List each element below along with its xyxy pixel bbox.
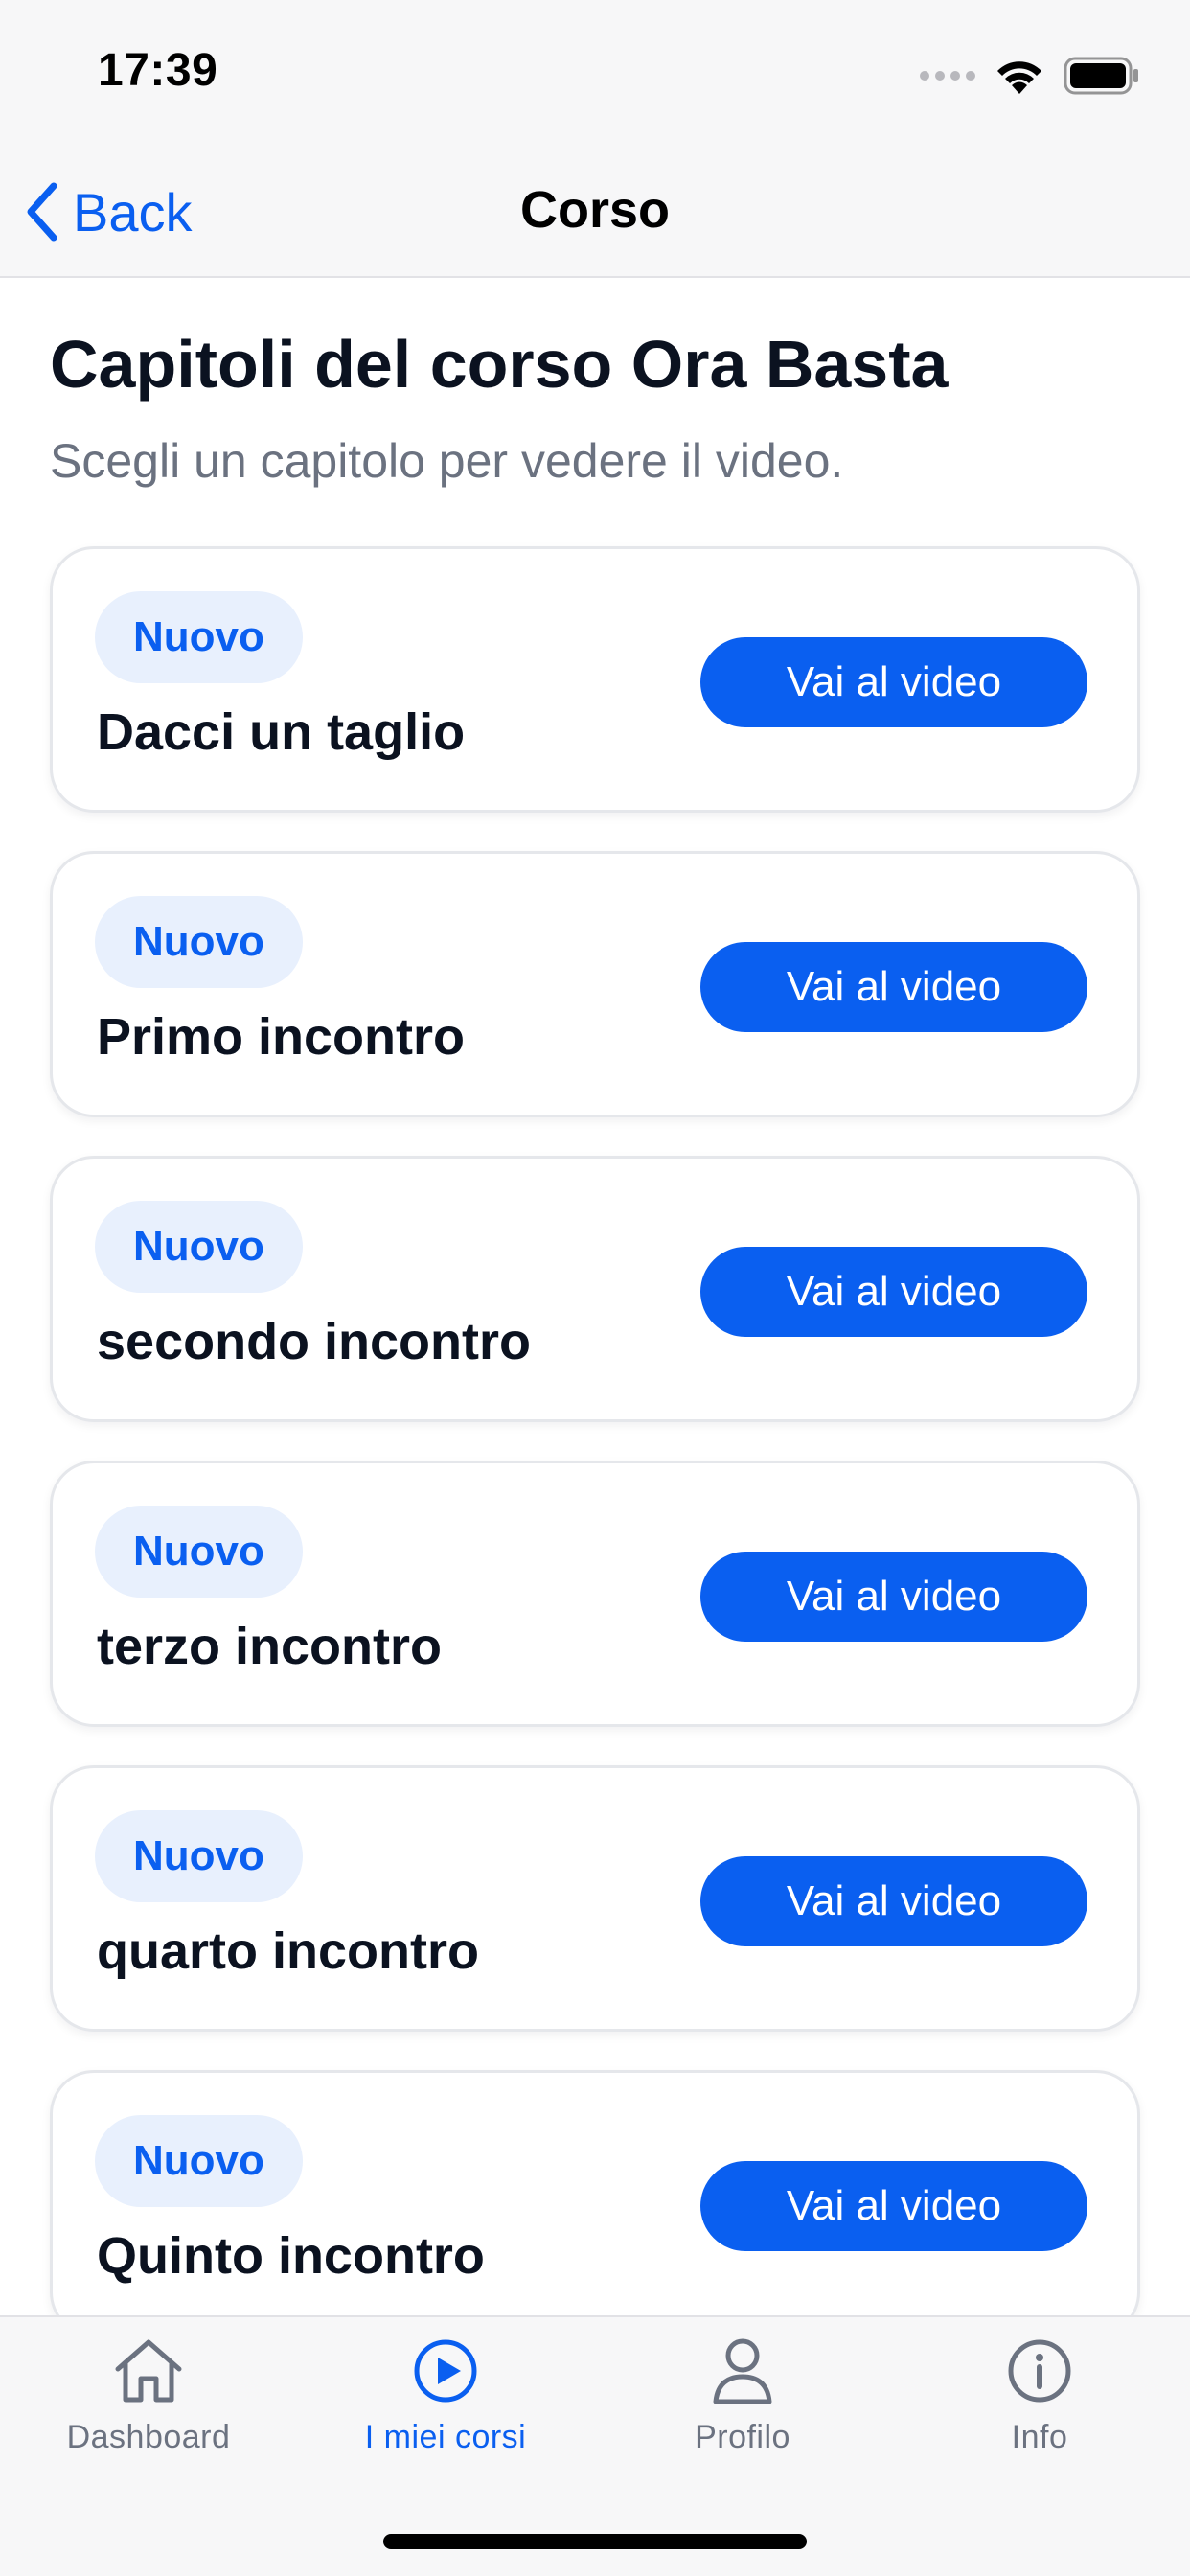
go-to-video-button[interactable]: Vai al video [700,2161,1087,2251]
chapter-title: Primo incontro [97,1008,466,1066]
new-badge: Nuovo [95,896,303,988]
status-time: 17:39 [98,45,218,96]
tab-label: Profilo [695,2419,790,2455]
status-icons [920,56,1140,96]
tab-info[interactable]: Info [891,2336,1188,2456]
navigation-bar: Back Corso [0,146,1190,278]
go-to-video-button[interactable]: Vai al video [700,942,1087,1032]
page-title: Capitoli del corso Ora Basta [50,327,949,402]
cellular-signal-icon [920,71,975,80]
tab-label: Dashboard [66,2419,231,2455]
tab-label: I miei corsi [364,2419,527,2455]
go-to-video-button[interactable]: Vai al video [700,1856,1087,1946]
go-to-video-button[interactable]: Vai al video [700,637,1087,727]
nav-title: Corso [519,181,670,239]
chapter-card: Nuovo secondo incontro Vai al video [50,1156,1140,1422]
tab-my-courses[interactable]: I miei corsi [297,2336,594,2456]
home-icon [115,2339,182,2403]
home-indicator[interactable] [383,2534,807,2549]
chapter-title: Quinto incontro [97,2227,485,2285]
tab-label: Info [1011,2419,1068,2455]
status-bar: 17:39 [0,0,1190,146]
new-badge: Nuovo [95,591,303,683]
tab-dashboard[interactable]: Dashboard [0,2336,297,2456]
chapter-card: Nuovo Dacci un taglio Vai al video [50,546,1140,813]
app-screen: 17:39 Back Corso Capitoli del corso Ora … [0,0,1190,2576]
tab-profile[interactable]: Profilo [594,2336,891,2456]
chapter-list-content[interactable]: Capitoli del corso Ora Basta Scegli un c… [0,280,1190,2315]
chapter-card: Nuovo Quinto incontro Vai al video [50,2070,1140,2315]
new-badge: Nuovo [95,1506,303,1598]
chapter-title: quarto incontro [97,1922,479,1980]
chapter-card: Nuovo terzo incontro Vai al video [50,1460,1140,1727]
go-to-video-button[interactable]: Vai al video [700,1247,1087,1337]
chapter-card: Nuovo quarto incontro Vai al video [50,1765,1140,2032]
battery-icon [1064,57,1138,95]
new-badge: Nuovo [95,1201,303,1293]
chapter-title: terzo incontro [97,1618,442,1675]
page-subtitle: Scegli un capitolo per vedere il video. [50,434,844,488]
chapter-card: Nuovo Primo incontro Vai al video [50,851,1140,1117]
info-icon [1008,2339,1071,2403]
new-badge: Nuovo [95,1810,303,1902]
go-to-video-button[interactable]: Vai al video [700,1552,1087,1642]
play-circle-icon [414,2339,477,2403]
wifi-icon [997,61,1041,94]
chapter-title: secondo incontro [97,1313,532,1370]
person-icon [713,2338,772,2404]
chapter-title: Dacci un taglio [97,703,466,761]
new-badge: Nuovo [95,2115,303,2207]
